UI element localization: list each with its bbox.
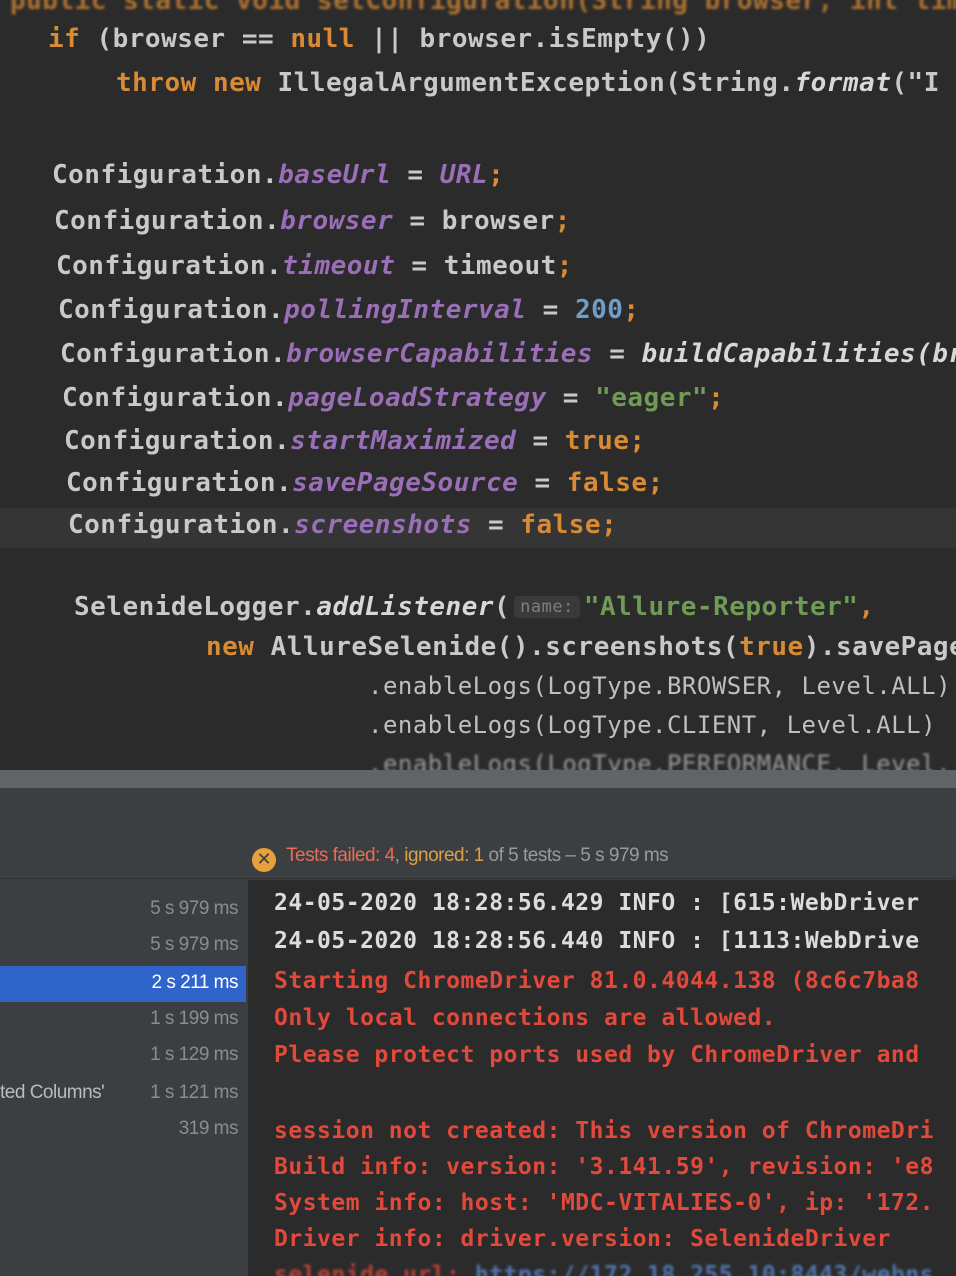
test-duration: 5 s 979 ms (150, 898, 238, 919)
test-status-summary: Tests failed: 4, ignored: 1 of 5 tests –… (286, 845, 669, 866)
test-name: ted Columns' (0, 1082, 105, 1103)
code-line-enable-logs-browser: .enableLogs(LogType.BROWSER, Level.ALL) (368, 672, 952, 700)
tests-failed-icon: ✕ (252, 848, 276, 872)
code-line-if: if (browser == null || browser.isEmpty()… (48, 24, 711, 54)
code-line-page-load-strategy: Configuration.pageLoadStrategy = "eager"… (62, 383, 725, 413)
test-results-tree: 5 s 979 ms 5 s 979 ms 2 s 211 ms 1 s 199… (0, 880, 246, 1276)
code-line-throw: throw new IllegalArgumentException(Strin… (116, 68, 940, 98)
tree-row[interactable]: 5 s 979 ms (0, 928, 246, 964)
code-line-browser-capabilities: Configuration.browserCapabilities = buil… (60, 339, 956, 369)
console-line: Only local connections are allowed. (274, 1005, 777, 1031)
tree-row[interactable]: 5 s 979 ms (0, 892, 246, 928)
code-line-timeout: Configuration.timeout = timeout; (56, 251, 573, 281)
test-duration: 1 s 129 ms (150, 1044, 238, 1065)
test-duration: 2 s 211 ms (151, 972, 238, 993)
tree-row[interactable]: ted Columns' 1 s 121 ms (0, 1076, 246, 1112)
console-line: 24-05-2020 18:28:56.429 INFO : [615:WebD… (274, 890, 920, 916)
test-duration: 1 s 199 ms (150, 1008, 238, 1029)
code-line-save-page-source: Configuration.savePageSource = false; (66, 468, 664, 498)
code-line-allure-selenide: new AllureSelenide().screenshots(true).s… (206, 632, 956, 662)
parameter-hint: name: (514, 596, 580, 618)
console-line: 24-05-2020 18:28:56.440 INFO : [1113:Web… (274, 928, 920, 954)
tree-row-selected[interactable]: 2 s 211 ms (0, 966, 246, 1002)
code-editor[interactable]: public static void setConfiguration(Stri… (0, 0, 956, 770)
code-line-signature: public static void setConfiguration(Stri… (10, 0, 956, 16)
console-url-link[interactable]: https://172.18.255.10:8443/webns (475, 1262, 934, 1276)
tree-row[interactable]: 1 s 199 ms (0, 1002, 246, 1038)
console-line: Starting ChromeDriver 81.0.4044.138 (8c6… (274, 968, 920, 994)
code-line-polling-interval: Configuration.pollingInterval = 200; (58, 295, 640, 325)
code-line-enable-logs-client: .enableLogs(LogType.CLIENT, Level.ALL) (368, 711, 937, 739)
console-line: System info: host: 'MDC-VITALIES-0', ip:… (274, 1190, 934, 1216)
code-line-start-maximized: Configuration.startMaximized = true; (64, 426, 646, 456)
code-line-screenshots: Configuration.screenshots = false; (68, 510, 618, 540)
console-line: session not created: This version of Chr… (274, 1118, 934, 1144)
code-line-browser: Configuration.browser = browser; (54, 206, 571, 236)
tree-row[interactable]: 319 ms (0, 1112, 246, 1148)
test-duration: 5 s 979 ms (150, 934, 238, 955)
code-line-enable-logs-performance: .enableLogs(LogType.PERFORMANCE, Level. (368, 750, 952, 770)
console-line: Build info: version: '3.141.59', revisio… (274, 1154, 934, 1180)
test-duration: 319 ms (178, 1118, 239, 1139)
console-line: Please protect ports used by ChromeDrive… (274, 1042, 920, 1068)
console-line: selenide.url: https://172.18.255.10:8443… (274, 1262, 934, 1276)
panel-splitter[interactable] (0, 770, 956, 788)
test-duration: 1 s 121 ms (150, 1082, 238, 1103)
console-output[interactable]: 24-05-2020 18:28:56.429 INFO : [615:WebD… (248, 880, 956, 1276)
code-line-add-listener: SelenideLogger.addListener(name: "Allure-… (74, 592, 875, 622)
console-line: Driver info: driver.version: SelenideDri… (274, 1226, 891, 1252)
code-line-baseurl: Configuration.baseUrl = URL; (52, 160, 505, 190)
tree-row[interactable]: 1 s 129 ms (0, 1038, 246, 1074)
